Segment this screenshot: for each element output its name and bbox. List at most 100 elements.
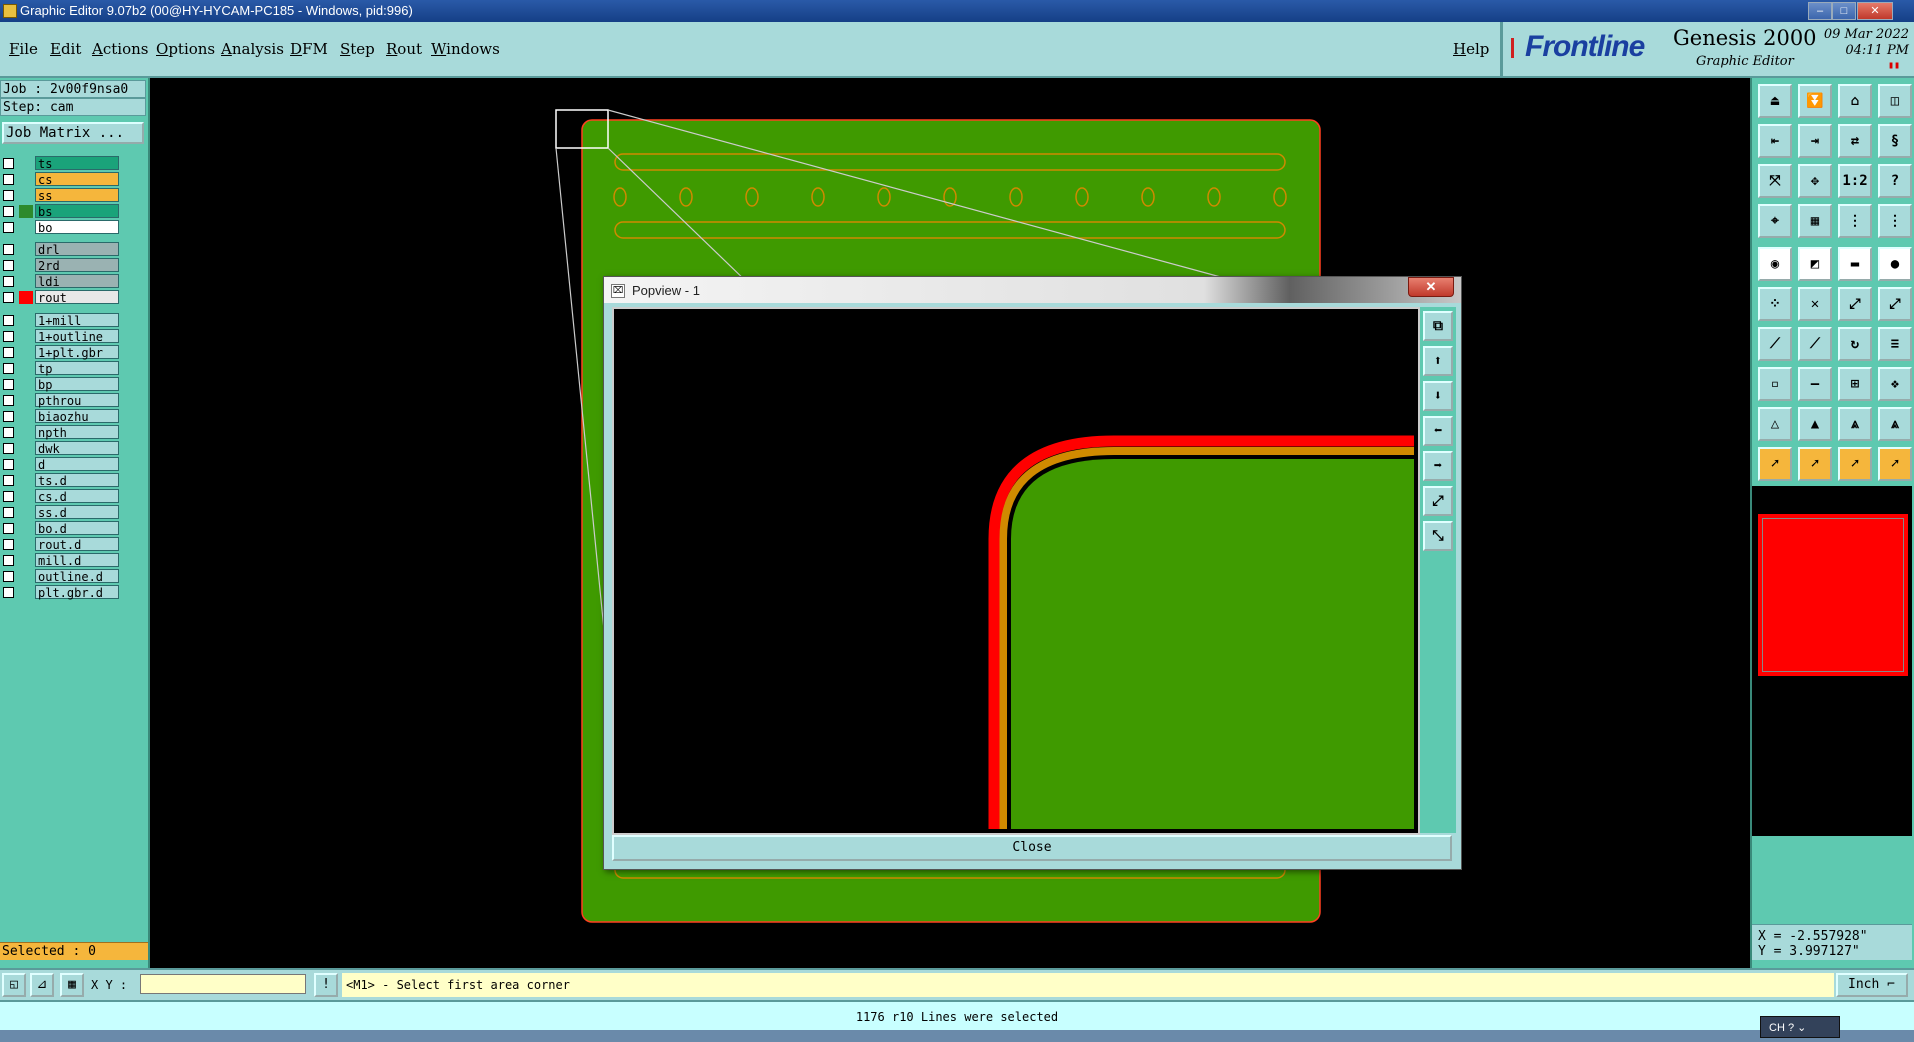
- layer-checkbox[interactable]: [3, 411, 14, 422]
- arc-icon[interactable]: ↻: [1838, 327, 1872, 361]
- layer-checkbox[interactable]: [3, 427, 14, 438]
- maximize-button[interactable]: □: [1832, 2, 1856, 20]
- minus-icon[interactable]: —: [1798, 367, 1832, 401]
- xy-input[interactable]: [140, 974, 306, 994]
- layer-row-biaozhu[interactable]: biaozhu: [3, 409, 119, 424]
- layer-row-bo-d[interactable]: bo.d: [3, 521, 119, 536]
- menu-options[interactable]: Options: [156, 40, 215, 58]
- layer-checkbox[interactable]: [3, 555, 14, 566]
- popview-close-x[interactable]: ✕: [1408, 277, 1454, 297]
- layer-row-ts[interactable]: ts: [3, 156, 119, 171]
- layer-checkbox[interactable]: [3, 443, 14, 454]
- layer-checkbox[interactable]: [3, 158, 14, 169]
- layer-row-tp[interactable]: tp: [3, 361, 119, 376]
- measure-tool-icon[interactable]: ⌖: [1758, 204, 1792, 238]
- layer-up-icon[interactable]: ⏏: [1758, 84, 1792, 118]
- job-matrix-button[interactable]: Job Matrix ...: [2, 122, 144, 144]
- layer-checkbox[interactable]: [3, 571, 14, 582]
- shapes-icon[interactable]: ❖: [1878, 367, 1912, 401]
- feature-icon[interactable]: ◩: [1798, 247, 1832, 281]
- layer-checkbox[interactable]: [3, 379, 14, 390]
- menu-help[interactable]: Help: [1453, 40, 1489, 58]
- menu-edit[interactable]: Edit: [50, 40, 81, 58]
- layer-checkbox[interactable]: [3, 174, 14, 185]
- layer-row-pthrou[interactable]: pthrou: [3, 393, 119, 408]
- grid-icon[interactable]: ▦: [60, 973, 84, 997]
- layer-down-icon[interactable]: ⏬: [1798, 84, 1832, 118]
- popview-pan-right-icon[interactable]: ➡: [1423, 451, 1453, 481]
- tri2-icon[interactable]: ▲: [1798, 407, 1832, 441]
- measure2-icon[interactable]: ⊞: [1838, 367, 1872, 401]
- layer-checkbox[interactable]: [3, 347, 14, 358]
- stack-icon[interactable]: ≡: [1878, 327, 1912, 361]
- popview-zoom-out-icon[interactable]: ⤡: [1423, 521, 1453, 551]
- overview-map[interactable]: [1752, 486, 1912, 836]
- pointer4-icon[interactable]: ➚: [1878, 447, 1912, 481]
- layer-row-bp[interactable]: bp: [3, 377, 119, 392]
- tri3-icon[interactable]: ⩓: [1838, 407, 1872, 441]
- ruler-icon[interactable]: ▬: [1838, 247, 1872, 281]
- layer-row-rout-d[interactable]: rout.d: [3, 537, 119, 552]
- layer-row-plt-gbr-d[interactable]: plt.gbr.d: [3, 585, 119, 600]
- layer-checkbox[interactable]: [3, 507, 14, 518]
- popview-zoom-window-icon[interactable]: ⧉: [1423, 311, 1453, 341]
- layer-checkbox[interactable]: [3, 331, 14, 342]
- layer-row-dwk[interactable]: dwk: [3, 441, 119, 456]
- ratio-icon[interactable]: 1:2: [1838, 164, 1872, 198]
- connect-icon[interactable]: ⁘: [1758, 287, 1792, 321]
- tri4-icon[interactable]: ⩓: [1878, 407, 1912, 441]
- line2-icon[interactable]: ⟋: [1798, 327, 1832, 361]
- popview-canvas[interactable]: [612, 307, 1420, 835]
- s-curve-icon[interactable]: §: [1878, 124, 1912, 158]
- popview-pan-up-icon[interactable]: ⬆: [1423, 346, 1453, 376]
- layer-checkbox[interactable]: [3, 475, 14, 486]
- layer-row-cs-d[interactable]: cs.d: [3, 489, 119, 504]
- execute-button[interactable]: !: [314, 973, 338, 997]
- dot-icon[interactable]: ●: [1878, 247, 1912, 281]
- menu-analysis[interactable]: Analysis: [221, 40, 284, 58]
- menu-windows[interactable]: Windows: [431, 40, 500, 58]
- popview-pan-left-icon[interactable]: ⬅: [1423, 416, 1453, 446]
- layer-row-ldi[interactable]: ldi: [3, 274, 119, 289]
- snap-tool-icon[interactable]: ✕: [1798, 287, 1832, 321]
- layer-row-d[interactable]: d: [3, 457, 119, 472]
- node2-icon[interactable]: ⤢: [1878, 287, 1912, 321]
- layer-checkbox[interactable]: [3, 395, 14, 406]
- pad-icon[interactable]: ◉: [1758, 247, 1792, 281]
- layer-row-ss-d[interactable]: ss.d: [3, 505, 119, 520]
- layer-row-drl[interactable]: drl: [3, 242, 119, 257]
- move-right-icon[interactable]: ⇥: [1798, 124, 1832, 158]
- help-icon[interactable]: ?: [1878, 164, 1912, 198]
- route-icon[interactable]: ⋮: [1878, 204, 1912, 238]
- menu-dfm[interactable]: DFM: [290, 40, 328, 58]
- measure-icon[interactable]: ⊿: [30, 973, 54, 997]
- layer-row-ss[interactable]: ss: [3, 188, 119, 203]
- split-view-icon[interactable]: ◫: [1878, 84, 1912, 118]
- layer-checkbox[interactable]: [3, 222, 14, 233]
- layer-row-1-outline[interactable]: 1+outline: [3, 329, 119, 344]
- popview-pan-down-icon[interactable]: ⬇: [1423, 381, 1453, 411]
- layer-checkbox[interactable]: [3, 491, 14, 502]
- fit-icon[interactable]: ⤧: [1758, 164, 1792, 198]
- close-window-button[interactable]: ✕: [1857, 2, 1893, 20]
- line-icon[interactable]: ⟋: [1758, 327, 1792, 361]
- layer-checkbox[interactable]: [3, 523, 14, 534]
- layer-row-1-plt-gbr[interactable]: 1+plt.gbr: [3, 345, 119, 360]
- minimize-button[interactable]: –: [1808, 2, 1832, 20]
- layer-checkbox[interactable]: [3, 276, 14, 287]
- tri1-icon[interactable]: △: [1758, 407, 1792, 441]
- layer-row-outline-d[interactable]: outline.d: [3, 569, 119, 584]
- layer-checkbox[interactable]: [3, 244, 14, 255]
- layer-row-rout[interactable]: rout: [3, 290, 119, 305]
- menu-rout[interactable]: Rout: [386, 40, 422, 58]
- layer-row-1-mill[interactable]: 1+mill: [3, 313, 119, 328]
- popview-zoom-in-icon[interactable]: ⤢: [1423, 486, 1453, 516]
- layer-row-ts-d[interactable]: ts.d: [3, 473, 119, 488]
- layer-checkbox[interactable]: [3, 459, 14, 470]
- unit-select[interactable]: Inch ⌐: [1836, 973, 1908, 997]
- menu-step[interactable]: Step: [340, 40, 375, 58]
- layer-checkbox[interactable]: [3, 292, 14, 303]
- layer-row-bo[interactable]: bo: [3, 220, 119, 235]
- layer-row-mill-d[interactable]: mill.d: [3, 553, 119, 568]
- layer-checkbox[interactable]: [3, 587, 14, 598]
